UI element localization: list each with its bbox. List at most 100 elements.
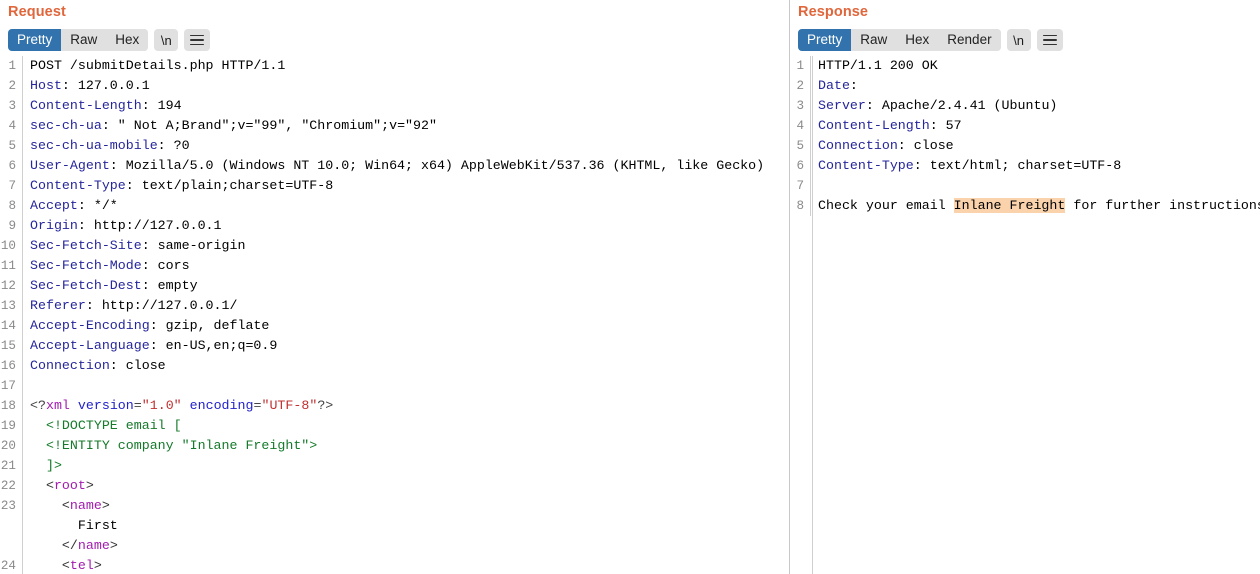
gutter-separator xyxy=(810,116,811,136)
request-line-content: Content-Length: 194 xyxy=(30,96,789,116)
gutter-separator xyxy=(22,516,23,536)
response-line: 7 xyxy=(790,176,1260,196)
response-newline-toggle-button[interactable]: \n xyxy=(1007,29,1031,51)
request-line-number: 23 xyxy=(0,496,22,516)
request-line-content: sec-ch-ua-mobile: ?0 xyxy=(30,136,789,156)
response-menu-button[interactable] xyxy=(1037,29,1063,51)
request-tab-pretty[interactable]: Pretty xyxy=(8,29,61,51)
request-line-number: 9 xyxy=(0,216,22,236)
gutter-separator xyxy=(22,216,23,236)
code-token: : text/plain;charset=UTF-8 xyxy=(126,178,333,193)
request-line-number: 16 xyxy=(0,356,22,376)
response-editor[interactable]: 1HTTP/1.1 200 OK2Date:3Server: Apache/2.… xyxy=(790,56,1260,574)
code-token: Host xyxy=(30,78,62,93)
code-token: <!DOCTYPE email [ xyxy=(30,418,182,433)
request-line-content: sec-ch-ua: " Not A;Brand";v="99", "Chrom… xyxy=(30,116,789,136)
response-line-number: 7 xyxy=(790,176,810,196)
gutter-separator xyxy=(22,296,23,316)
code-token: Accept-Encoding xyxy=(30,318,150,333)
request-line-number: 8 xyxy=(0,196,22,216)
request-line-content: <root> xyxy=(30,476,789,496)
code-token: Connection xyxy=(818,138,898,153)
code-token: First xyxy=(30,518,118,533)
code-token: : en-US,en;q=0.9 xyxy=(150,338,278,353)
request-newline-toggle-button[interactable]: \n xyxy=(154,29,178,51)
response-tab-raw[interactable]: Raw xyxy=(851,29,896,51)
request-line: </name> xyxy=(0,536,789,556)
request-line-number: 4 xyxy=(0,116,22,136)
request-line-content: </name> xyxy=(30,536,789,556)
request-line-content: Content-Type: text/plain;charset=UTF-8 xyxy=(30,176,789,196)
response-code-rows: 1HTTP/1.1 200 OK2Date:3Server: Apache/2.… xyxy=(790,56,1260,216)
code-token xyxy=(70,398,78,413)
response-tab-pretty[interactable]: Pretty xyxy=(798,29,851,51)
request-editor[interactable]: 1POST /submitDetails.php HTTP/1.12Host: … xyxy=(0,56,789,574)
code-token: version xyxy=(78,398,134,413)
code-token: Connection xyxy=(30,358,110,373)
request-line-number: 10 xyxy=(0,236,22,256)
code-token: Sec-Fetch-Mode xyxy=(30,258,142,273)
code-token: Accept xyxy=(30,198,78,213)
request-line-content: <tel> xyxy=(30,556,789,574)
response-line-content: Content-Type: text/html; charset=UTF-8 xyxy=(818,156,1260,176)
request-line-content: <!ENTITY company "Inlane Freight"> xyxy=(30,436,789,456)
code-token: POST /submitDetails.php HTTP/1.1 xyxy=(30,58,285,73)
request-line-number: 18 xyxy=(0,396,22,416)
gutter-separator xyxy=(22,536,23,556)
gutter-separator xyxy=(810,156,811,176)
response-line-number: 2 xyxy=(790,76,810,96)
code-token: Content-Length xyxy=(30,98,142,113)
gutter-separator xyxy=(22,156,23,176)
response-tab-render[interactable]: Render xyxy=(938,29,1000,51)
gutter-separator xyxy=(22,196,23,216)
code-token: <!ENTITY company "Inlane Freight"> xyxy=(30,438,317,453)
response-panel: Response Pretty Raw Hex Render \n 1HTTP/… xyxy=(790,0,1260,574)
http-message-viewer: Request Pretty Raw Hex \n 1POST /submitD… xyxy=(0,0,1260,574)
response-line-number: 3 xyxy=(790,96,810,116)
request-line-number: 14 xyxy=(0,316,22,336)
request-line: 12Sec-Fetch-Dest: empty xyxy=(0,276,789,296)
request-line-content: Sec-Fetch-Mode: cors xyxy=(30,256,789,276)
hamburger-icon xyxy=(190,35,204,46)
gutter-separator xyxy=(22,316,23,336)
code-token: xml xyxy=(46,398,70,413)
gutter-separator xyxy=(810,176,811,196)
request-tabbar: Pretty Raw Hex \n xyxy=(0,24,789,56)
code-token xyxy=(182,398,190,413)
response-tab-hex[interactable]: Hex xyxy=(896,29,938,51)
request-line-content: Connection: close xyxy=(30,356,789,376)
gutter-separator xyxy=(22,476,23,496)
response-line-number: 4 xyxy=(790,116,810,136)
code-token: : close xyxy=(898,138,954,153)
code-token: : ?0 xyxy=(158,138,190,153)
request-line: 13Referer: http://127.0.0.1/ xyxy=(0,296,789,316)
gutter-separator xyxy=(22,436,23,456)
code-token: name xyxy=(78,538,110,553)
request-line-content: POST /submitDetails.php HTTP/1.1 xyxy=(30,56,789,76)
response-line: 8Check your email Inlane Freight for fur… xyxy=(790,196,1260,216)
request-tab-hex[interactable]: Hex xyxy=(106,29,148,51)
code-token: root xyxy=(54,478,86,493)
code-token: : 57 xyxy=(930,118,962,133)
request-menu-button[interactable] xyxy=(184,29,210,51)
request-line-number: 6 xyxy=(0,156,22,176)
response-line: 1HTTP/1.1 200 OK xyxy=(790,56,1260,76)
request-tab-raw[interactable]: Raw xyxy=(61,29,106,51)
code-token: tel xyxy=(70,558,94,573)
request-line-content: <!DOCTYPE email [ xyxy=(30,416,789,436)
code-token: : Apache/2.4.41 (Ubuntu) xyxy=(866,98,1058,113)
request-line: 18<?xml version="1.0" encoding="UTF-8"?> xyxy=(0,396,789,416)
code-token: : text/html; charset=UTF-8 xyxy=(914,158,1121,173)
gutter-separator xyxy=(810,96,811,116)
gutter-separator xyxy=(22,496,23,516)
request-line-number: 22 xyxy=(0,476,22,496)
code-token: : http://127.0.0.1/ xyxy=(86,298,238,313)
code-token: ?> xyxy=(317,398,333,413)
response-line: 3Server: Apache/2.4.41 (Ubuntu) xyxy=(790,96,1260,116)
gutter-separator xyxy=(810,56,811,76)
request-line-number: 15 xyxy=(0,336,22,356)
entity-resolved-highlight: Inlane Freight xyxy=(954,198,1066,213)
request-line-content: Referer: http://127.0.0.1/ xyxy=(30,296,789,316)
code-token: : 127.0.0.1 xyxy=(62,78,150,93)
request-line: 15Accept-Language: en-US,en;q=0.9 xyxy=(0,336,789,356)
